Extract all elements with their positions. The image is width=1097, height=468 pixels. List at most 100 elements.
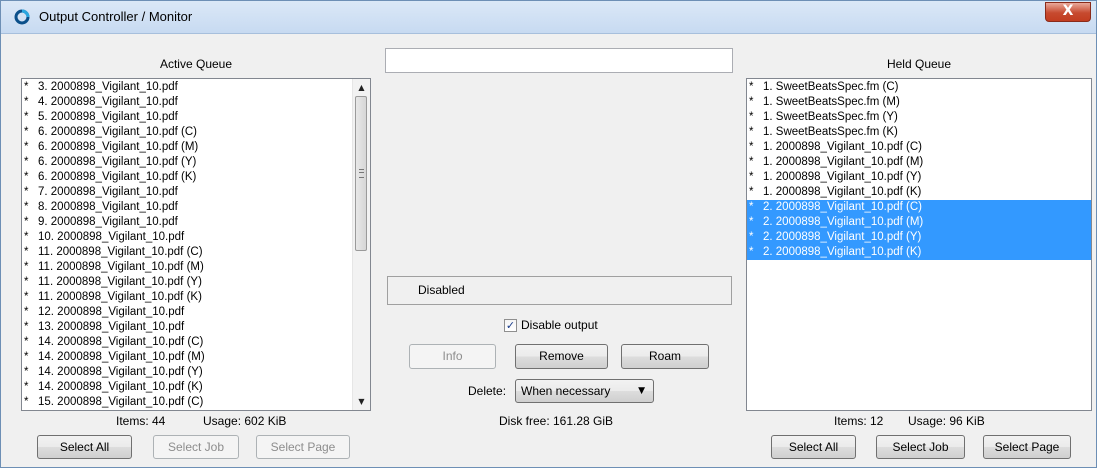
active-select-job-button[interactable]: Select Job (153, 435, 239, 459)
queued-marker: * (24, 231, 29, 243)
list-item[interactable]: * 1. 2000898_Vigilant_10.pdf (M) (747, 155, 1091, 170)
list-item-label: 2. 2000898_Vigilant_10.pdf (K) (763, 246, 922, 258)
list-item-label: 12. 2000898_Vigilant_10.pdf (38, 306, 185, 318)
queued-marker: * (749, 201, 754, 213)
delete-policy-value: When necessary (521, 384, 611, 398)
active-queue-list[interactable]: * 3. 2000898_Vigilant_10.pdf * 4. 2000898_V… (21, 78, 371, 411)
list-item[interactable]: * 7. 2000898_Vigilant_10.pdf (22, 185, 370, 200)
close-button[interactable]: X (1045, 2, 1091, 22)
chevron-down-icon: ▼ (638, 386, 645, 396)
list-item[interactable]: * 5. 2000898_Vigilant_10.pdf (22, 110, 370, 125)
list-item[interactable]: * 2. 2000898_Vigilant_10.pdf (K) (747, 245, 1091, 260)
queued-marker: * (749, 126, 754, 138)
roam-button[interactable]: Roam (621, 344, 709, 369)
held-select-page-button[interactable]: Select Page (983, 435, 1071, 459)
disable-output-checkbox[interactable]: ✓ Disable output (504, 318, 614, 335)
list-item-label: 10. 2000898_Vigilant_10.pdf (38, 231, 185, 243)
scroll-thumb[interactable] (355, 96, 367, 251)
active-queue-scrollbar[interactable]: ▲ ▼ (352, 79, 370, 410)
list-item[interactable]: * 1. 2000898_Vigilant_10.pdf (Y) (747, 170, 1091, 185)
list-item-label: 11. 2000898_Vigilant_10.pdf (C) (38, 246, 203, 258)
list-item[interactable]: * 9. 2000898_Vigilant_10.pdf (22, 215, 370, 230)
remove-button[interactable]: Remove (515, 344, 608, 369)
list-item-label: 1. 2000898_Vigilant_10.pdf (Y) (763, 171, 922, 183)
list-item[interactable]: * 14. 2000898_Vigilant_10.pdf (M) (22, 350, 370, 365)
list-item-label: 1. 2000898_Vigilant_10.pdf (K) (763, 186, 922, 198)
delete-policy-dropdown[interactable]: When necessary ▼ (515, 379, 654, 403)
list-item[interactable]: * 11. 2000898_Vigilant_10.pdf (K) (22, 290, 370, 305)
list-item[interactable]: * 12. 2000898_Vigilant_10.pdf (22, 305, 370, 320)
list-item[interactable]: * 2. 2000898_Vigilant_10.pdf (C) (747, 200, 1091, 215)
queued-marker: * (24, 336, 29, 348)
list-item[interactable]: * 1. 2000898_Vigilant_10.pdf (K) (747, 185, 1091, 200)
list-item[interactable]: * 11. 2000898_Vigilant_10.pdf (M) (22, 260, 370, 275)
list-item-label: 11. 2000898_Vigilant_10.pdf (Y) (38, 276, 202, 288)
list-item[interactable]: * 15. 2000898_Vigilant_10.pdf (C) (22, 395, 370, 410)
list-item-label: 14. 2000898_Vigilant_10.pdf (C) (38, 336, 204, 348)
list-item-label: 3. 2000898_Vigilant_10.pdf (38, 81, 178, 93)
queued-marker: * (749, 171, 754, 183)
queued-marker: * (24, 96, 29, 108)
list-item[interactable]: * 1. 2000898_Vigilant_10.pdf (C) (747, 140, 1091, 155)
held-select-job-button[interactable]: Select Job (876, 435, 965, 459)
window-title: Output Controller / Monitor (39, 9, 193, 24)
list-item[interactable]: * 14. 2000898_Vigilant_10.pdf (K) (22, 380, 370, 395)
held-queue-label: Held Queue (886, 57, 952, 71)
list-item-label: 2. 2000898_Vigilant_10.pdf (C) (763, 201, 922, 213)
job-name-field[interactable] (385, 48, 733, 73)
list-item[interactable]: * 2. 2000898_Vigilant_10.pdf (Y) (747, 230, 1091, 245)
queued-marker: * (24, 186, 29, 198)
list-item-label: 1. SweetBeatsSpec.fm (K) (763, 126, 898, 138)
queued-marker: * (24, 111, 29, 123)
active-select-page-button[interactable]: Select Page (256, 435, 350, 459)
queued-marker: * (749, 156, 754, 168)
checkbox-checkmark-icon[interactable]: ✓ (504, 319, 517, 332)
queued-marker: * (749, 96, 754, 108)
list-item[interactable]: * 10. 2000898_Vigilant_10.pdf (22, 230, 370, 245)
list-item-label: 9. 2000898_Vigilant_10.pdf (38, 216, 178, 228)
list-item-label: 8. 2000898_Vigilant_10.pdf (38, 201, 178, 213)
list-item[interactable]: * 2. 2000898_Vigilant_10.pdf (M) (747, 215, 1091, 230)
queued-marker: * (749, 186, 754, 198)
list-item-label: 11. 2000898_Vigilant_10.pdf (M) (38, 261, 204, 273)
list-item[interactable]: * 4. 2000898_Vigilant_10.pdf (22, 95, 370, 110)
list-item[interactable]: * 13. 2000898_Vigilant_10.pdf (22, 320, 370, 335)
list-item[interactable]: * 1. SweetBeatsSpec.fm (K) (747, 125, 1091, 140)
list-item[interactable]: * 1. SweetBeatsSpec.fm (Y) (747, 110, 1091, 125)
queued-marker: * (24, 306, 29, 318)
queued-marker: * (749, 216, 754, 228)
active-select-all-button[interactable]: Select All (37, 435, 132, 459)
list-item-label: 14. 2000898_Vigilant_10.pdf (K) (38, 381, 203, 393)
queued-marker: * (24, 351, 29, 363)
list-item[interactable]: * 6. 2000898_Vigilant_10.pdf (Y) (22, 155, 370, 170)
queued-marker: * (24, 171, 29, 183)
list-item[interactable]: * 3. 2000898_Vigilant_10.pdf (22, 80, 370, 95)
queued-marker: * (24, 276, 29, 288)
list-item[interactable]: * 8. 2000898_Vigilant_10.pdf (22, 200, 370, 215)
held-queue-list[interactable]: * 1. SweetBeatsSpec.fm (C) * 1. SweetBeatsS… (746, 78, 1092, 411)
queued-marker: * (24, 126, 29, 138)
list-item[interactable]: * 6. 2000898_Vigilant_10.pdf (K) (22, 170, 370, 185)
list-item[interactable]: * 14. 2000898_Vigilant_10.pdf (C) (22, 335, 370, 350)
active-items-count: Items: 44 (116, 414, 166, 428)
list-item[interactable]: * 1. SweetBeatsSpec.fm (M) (747, 95, 1091, 110)
disable-output-label: Disable output (521, 318, 598, 332)
list-item-label: 6. 2000898_Vigilant_10.pdf (M) (38, 141, 199, 153)
list-item[interactable]: * 6. 2000898_Vigilant_10.pdf (M) (22, 140, 370, 155)
queued-marker: * (749, 141, 754, 153)
list-item[interactable]: * 11. 2000898_Vigilant_10.pdf (C) (22, 245, 370, 260)
scroll-down-arrow-icon[interactable]: ▼ (353, 393, 370, 410)
queued-marker: * (749, 246, 754, 258)
list-item[interactable]: * 14. 2000898_Vigilant_10.pdf (Y) (22, 365, 370, 380)
info-button[interactable]: Info (409, 344, 496, 369)
list-item-label: 14. 2000898_Vigilant_10.pdf (M) (38, 351, 205, 363)
scroll-up-arrow-icon[interactable]: ▲ (353, 79, 370, 96)
queued-marker: * (24, 381, 29, 393)
list-item[interactable]: * 6. 2000898_Vigilant_10.pdf (C) (22, 125, 370, 140)
held-select-all-button[interactable]: Select All (771, 435, 856, 459)
list-item-label: 2. 2000898_Vigilant_10.pdf (M) (763, 216, 924, 228)
queued-marker: * (24, 366, 29, 378)
list-item[interactable]: * 11. 2000898_Vigilant_10.pdf (Y) (22, 275, 370, 290)
queued-marker: * (24, 261, 29, 273)
list-item[interactable]: * 1. SweetBeatsSpec.fm (C) (747, 80, 1091, 95)
